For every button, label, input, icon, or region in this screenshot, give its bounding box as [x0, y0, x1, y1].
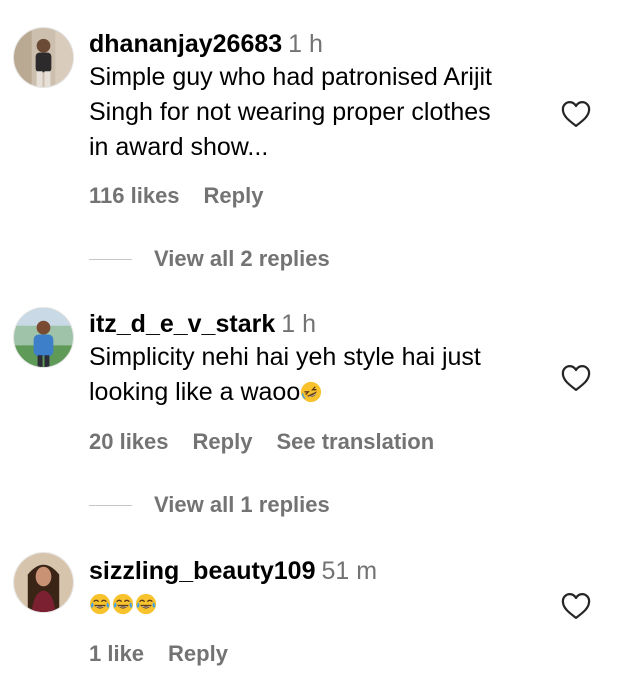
- timestamp: 1 h: [281, 310, 316, 338]
- comment-text-fragment: looking like a waoo: [89, 378, 301, 406]
- reply-button[interactable]: Reply: [204, 183, 264, 208]
- heart-outline-icon[interactable]: [561, 364, 591, 392]
- reply-button[interactable]: Reply: [193, 429, 253, 454]
- timestamp: 1 h: [288, 30, 323, 58]
- replies-divider: [89, 504, 132, 506]
- comment-text-line: [89, 587, 559, 622]
- comment-text-line: Simplicity nehi hai yeh style hai just: [89, 343, 481, 371]
- avatar[interactable]: [13, 27, 74, 88]
- heart-outline-icon[interactable]: [561, 100, 591, 128]
- comment-actions: 116 likes Reply: [89, 182, 287, 210]
- view-replies-label: View all 1 replies: [154, 492, 330, 517]
- view-replies-label: View all 2 replies: [154, 246, 330, 271]
- view-replies-button[interactable]: View all 2 replies: [89, 245, 330, 273]
- user-avatar-icon: [14, 553, 73, 612]
- see-translation-button[interactable]: See translation: [276, 429, 434, 454]
- likes-count[interactable]: 1 like: [89, 641, 144, 666]
- comment-text-line: Simple guy who had patronised Arijit: [89, 63, 493, 91]
- replies-divider: [89, 258, 132, 260]
- user-avatar-icon: [14, 308, 73, 367]
- heart-outline-icon[interactable]: [561, 592, 591, 620]
- username[interactable]: dhananjay26683: [89, 30, 282, 58]
- timestamp: 51 m: [321, 557, 378, 585]
- likes-count[interactable]: 20 likes: [89, 429, 169, 454]
- comment-text-line: looking like a waoo: [89, 375, 559, 410]
- avatar[interactable]: [13, 552, 74, 613]
- comment-text-line: in award show...: [89, 133, 269, 161]
- reply-button[interactable]: Reply: [168, 641, 228, 666]
- comment-text: Simple guy who had patronised Arijit Sin…: [89, 60, 559, 165]
- user-avatar-icon: [14, 28, 73, 87]
- comment-header: sizzling_beauty109 51 m: [89, 556, 377, 586]
- comment-text-line: Singh for not wearing proper clothes: [89, 98, 491, 126]
- view-replies-button[interactable]: View all 1 replies: [89, 491, 330, 519]
- comment-header: itz_d_e_v_stark 1 h: [89, 309, 316, 339]
- username[interactable]: itz_d_e_v_stark: [89, 310, 275, 338]
- comment-actions: 1 like Reply: [89, 640, 252, 668]
- comment-text: [89, 587, 559, 622]
- comment-actions: 20 likes Reply See translation: [89, 428, 458, 456]
- tears-of-joy-emoji-icon: [112, 593, 134, 615]
- username[interactable]: sizzling_beauty109: [89, 557, 315, 585]
- comment-header: dhananjay26683 1 h: [89, 29, 323, 59]
- avatar[interactable]: [13, 307, 74, 368]
- comment-text: Simplicity nehi hai yeh style hai just l…: [89, 340, 559, 410]
- tears-of-joy-emoji-icon: [89, 593, 111, 615]
- tears-of-joy-emoji-icon: [135, 593, 157, 615]
- likes-count[interactable]: 116 likes: [89, 183, 180, 208]
- rofl-emoji-icon: [301, 381, 322, 403]
